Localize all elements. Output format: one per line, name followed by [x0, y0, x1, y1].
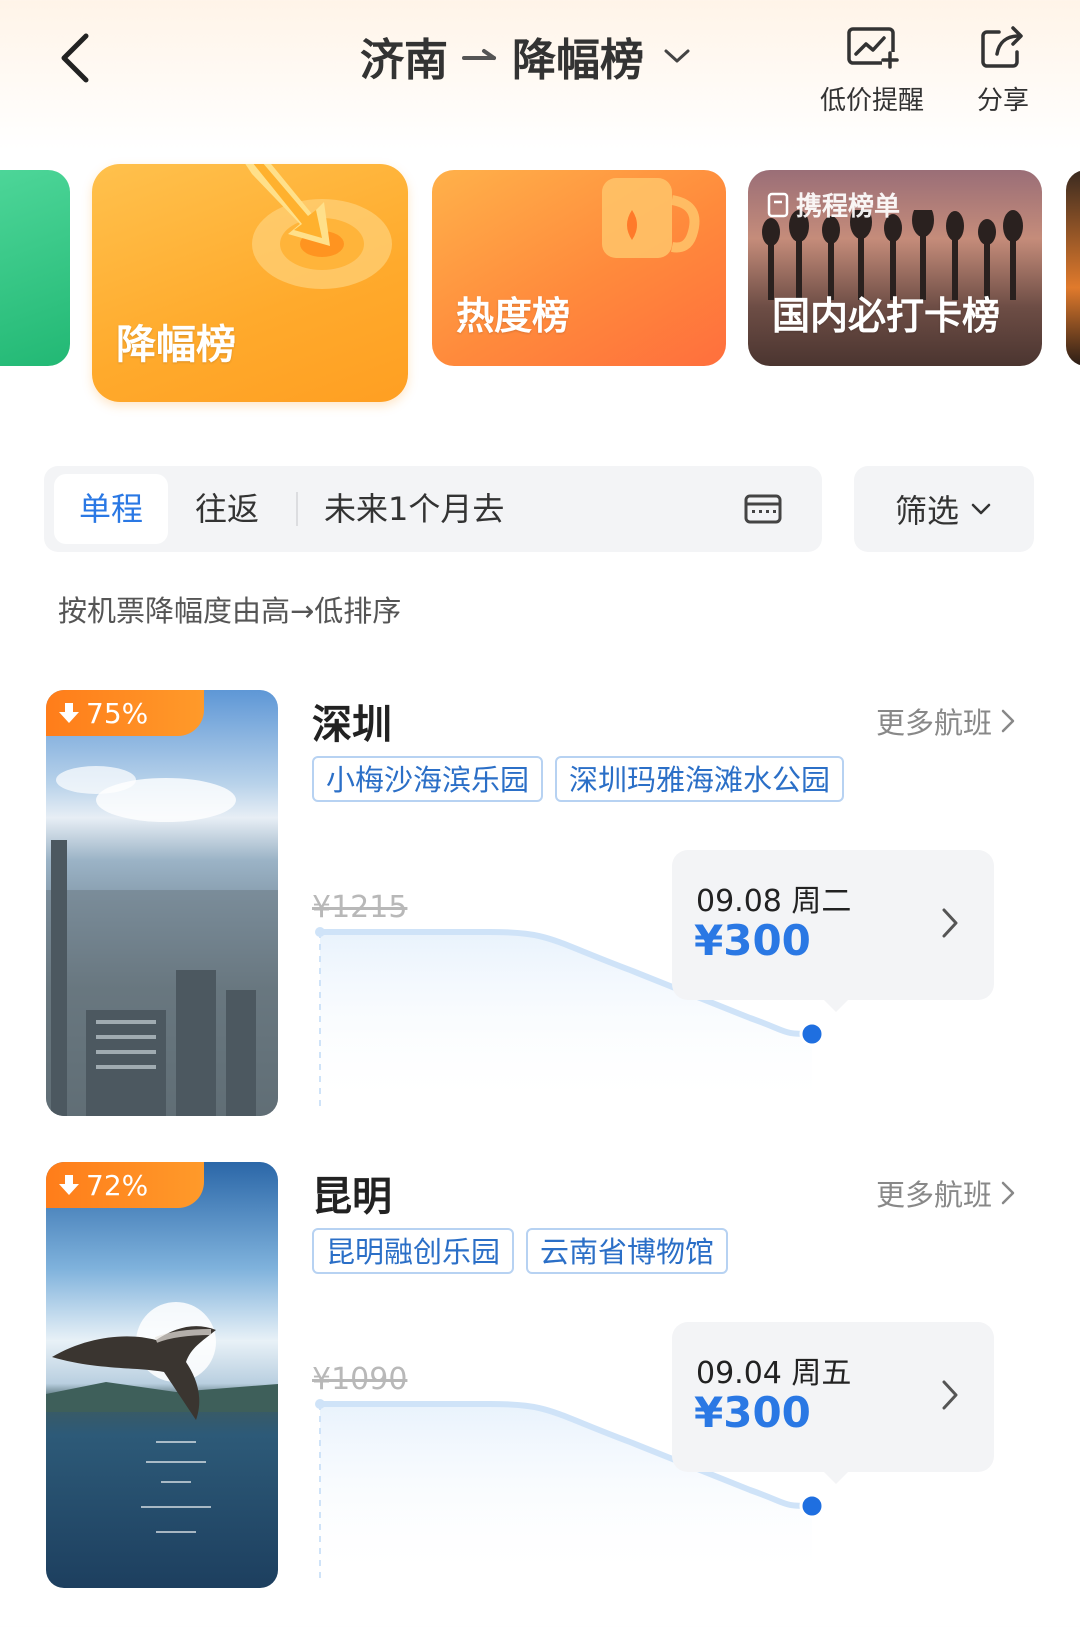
lowest-price-date: 09.08 周二 — [696, 884, 852, 919]
attraction-tag[interactable]: 云南省博物馆 — [526, 1228, 729, 1274]
destination-item: 75% 深圳 更多航班 小梅沙海滨乐园 深圳玛雅海滩水公园 ¥1215 09.0… — [0, 690, 1080, 1120]
tab-round-trip[interactable]: 往返 — [178, 474, 276, 544]
price-drop-arrow-icon — [245, 164, 392, 289]
seagull-lake-image — [46, 1302, 278, 1533]
drop-percent: 72% — [86, 1168, 149, 1202]
price-alert-label: 低价提醒 — [820, 86, 925, 116]
start-point — [315, 1399, 325, 1409]
filter-label: 筛选 — [894, 492, 959, 530]
category-card-price-drop[interactable]: 降幅榜 — [92, 164, 408, 402]
mug-icon — [602, 178, 700, 258]
filter-button[interactable]: 筛选 — [854, 466, 1034, 552]
category-label: 降幅榜 — [116, 322, 236, 368]
ctrip-ranking-tag: 携程榜单 — [766, 186, 900, 223]
chevron-down-icon — [664, 49, 690, 63]
trip-filter-bar: 单程 往返 未来1个月去 — [44, 466, 822, 552]
top-bar: 济南 降幅榜 低价提醒 分享 — [0, 0, 1080, 130]
chevron-right-icon — [1001, 709, 1015, 733]
more-flights-link[interactable]: 更多航班 — [876, 700, 1016, 742]
drop-percent-badge: 75% — [46, 690, 204, 736]
attraction-tag[interactable]: 小梅沙海滨乐园 — [312, 756, 544, 802]
drop-percent: 75% — [86, 696, 149, 730]
right-arrow-icon — [462, 49, 496, 60]
chevron-down-icon — [971, 503, 991, 515]
origin-city: 济南 — [360, 35, 448, 86]
destination-city: 深圳 — [312, 702, 392, 748]
chevron-right-icon — [942, 1380, 958, 1410]
ranking-category-carousel: 降幅榜 热度榜 携程榜单 国内必打卡榜 — [0, 140, 1080, 410]
lowest-price-date: 09.04 周五 — [696, 1356, 852, 1391]
sort-order-note: 按机票降幅度由高→低排序 — [58, 594, 402, 628]
lowest-price-card[interactable]: 09.08 周二 ¥300 — [672, 850, 994, 1012]
attraction-tags: 昆明融创乐园 云南省博物馆 — [312, 1228, 729, 1274]
category-label: 热度榜 — [456, 294, 571, 338]
attraction-tag[interactable]: 昆明融创乐园 — [312, 1228, 515, 1274]
ctrip-ranking-label: 携程榜单 — [796, 192, 901, 222]
price-alert-button[interactable]: 低价提醒 — [820, 22, 924, 117]
route-title[interactable]: 济南 降幅榜 — [360, 26, 692, 86]
share-label: 分享 — [976, 86, 1029, 116]
more-flights-label: 更多航班 — [876, 706, 993, 740]
more-flights-label: 更多航班 — [876, 1178, 993, 1212]
chevron-right-icon — [942, 908, 958, 938]
destination-photo[interactable]: 75% — [46, 690, 278, 1116]
ranking-badge-icon — [767, 192, 789, 217]
start-point — [315, 927, 325, 937]
calendar-icon[interactable] — [744, 490, 782, 528]
category-card-domestic-must-visit[interactable]: 携程榜单 国内必打卡榜 — [748, 170, 1042, 366]
price-alert-chart-icon — [847, 27, 899, 69]
destination-city: 昆明 — [312, 1174, 392, 1220]
tab-one-way[interactable]: 单程 — [54, 474, 168, 544]
category-card-next[interactable] — [1066, 170, 1080, 366]
city-skyline-image — [46, 766, 278, 1116]
divider — [296, 492, 298, 526]
category-label: 国内必打卡榜 — [772, 294, 1001, 338]
category-card-previous[interactable] — [0, 170, 70, 366]
destination-photo[interactable]: 72% — [46, 1162, 278, 1588]
chevron-right-icon — [1001, 1181, 1015, 1205]
down-arrow-icon — [59, 703, 79, 723]
attraction-tag[interactable]: 深圳玛雅海滩水公园 — [555, 756, 845, 802]
chevron-left-icon — [61, 33, 89, 83]
share-icon — [981, 26, 1023, 68]
lowest-price: ¥300 — [694, 1388, 811, 1437]
destination-item: 72% 昆明 更多航班 昆明融创乐园 云南省博物馆 ¥1090 09.04 周五… — [0, 1162, 1080, 1592]
rank-title: 降幅榜 — [512, 35, 644, 86]
lowest-price: ¥300 — [694, 916, 811, 965]
down-arrow-icon — [59, 1175, 79, 1195]
lowest-price-card[interactable]: 09.04 周五 ¥300 — [672, 1322, 994, 1484]
share-button[interactable]: 分享 — [975, 22, 1031, 117]
lowest-price-point — [799, 1021, 825, 1047]
attraction-tags: 小梅沙海滨乐园 深圳玛雅海滩水公园 — [312, 756, 845, 802]
drop-percent-badge: 72% — [46, 1162, 204, 1208]
back-button[interactable] — [52, 28, 102, 88]
lowest-price-point — [799, 1493, 825, 1519]
more-flights-link[interactable]: 更多航班 — [876, 1172, 1016, 1214]
date-range-selector[interactable]: 未来1个月去 — [324, 474, 504, 544]
original-price: ¥1090 — [312, 1362, 408, 1397]
original-price: ¥1215 — [312, 890, 408, 925]
category-card-popularity[interactable]: 热度榜 — [432, 170, 726, 366]
